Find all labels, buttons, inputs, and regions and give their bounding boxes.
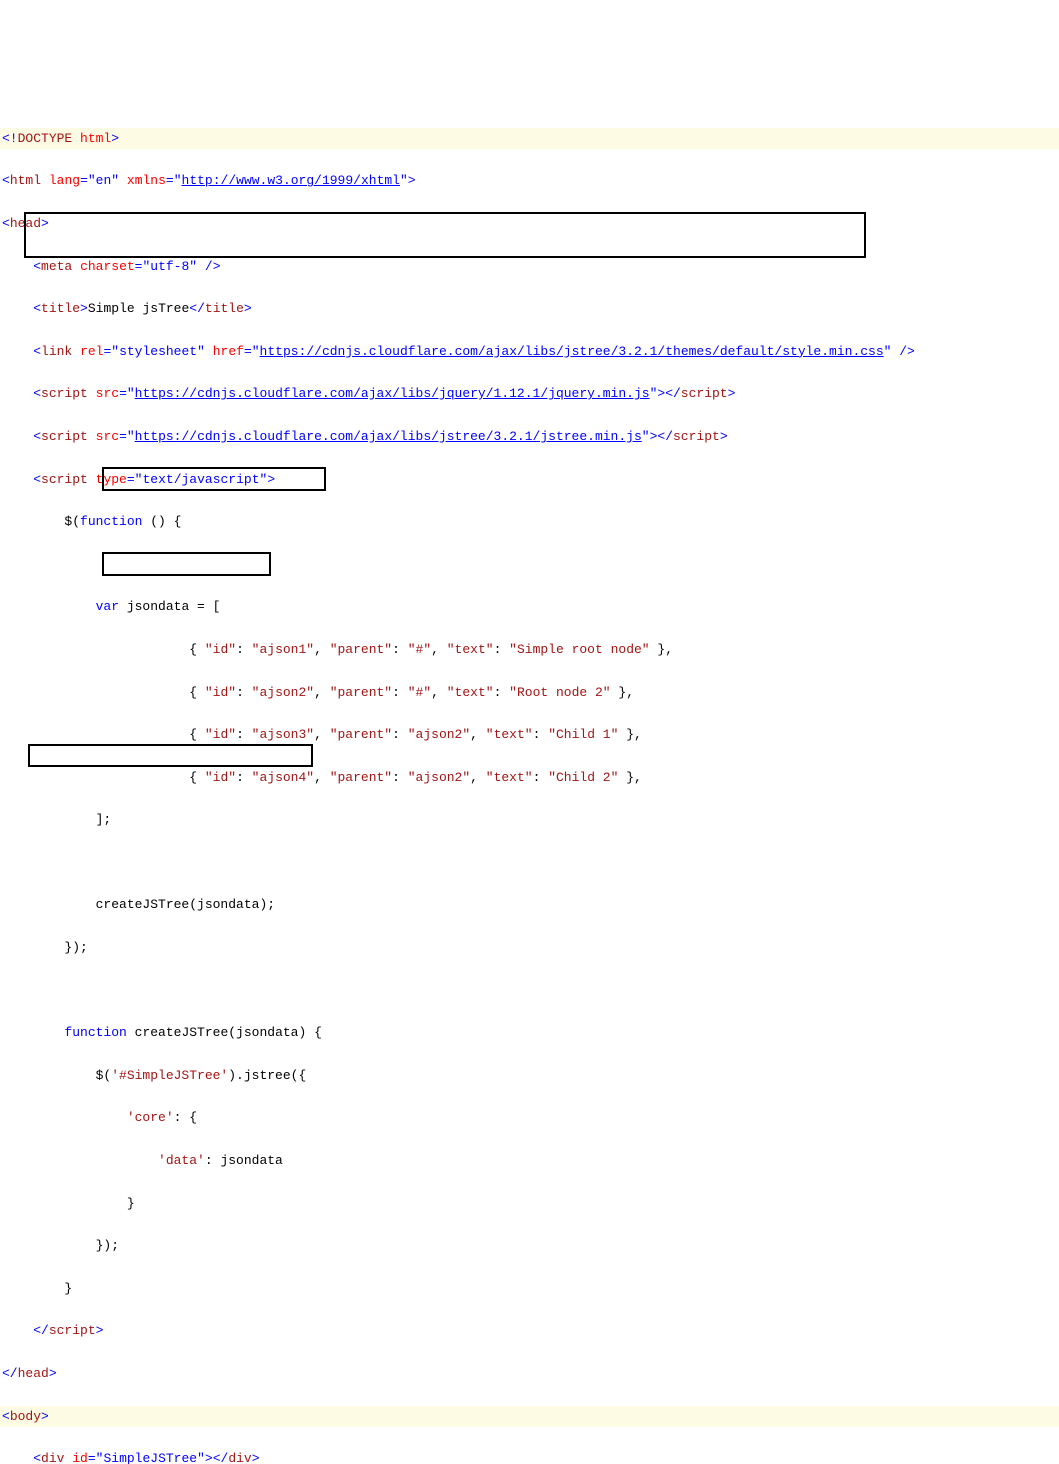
code-line: });: [0, 937, 1059, 958]
code-line: ];: [0, 809, 1059, 830]
jstree-link[interactable]: https://cdnjs.cloudflare.com/ajax/libs/j…: [135, 426, 642, 447]
code-line: <html lang="en" xmlns="http://www.w3.org…: [0, 170, 1059, 191]
code-line: [0, 852, 1059, 873]
code-line: <script type="text/javascript">: [0, 469, 1059, 490]
code-line: <head>: [0, 213, 1059, 234]
code-line: function createJSTree(jsondata) {: [0, 1022, 1059, 1043]
stylesheet-link[interactable]: https://cdnjs.cloudflare.com/ajax/libs/j…: [260, 341, 884, 362]
code-line: }: [0, 1193, 1059, 1214]
code-line: { "id": "ajson2", "parent": "#", "text":…: [0, 682, 1059, 703]
code-line: $(function () {: [0, 511, 1059, 532]
code-line: 'core': {: [0, 1107, 1059, 1128]
code-line: { "id": "ajson1", "parent": "#", "text":…: [0, 639, 1059, 660]
code-line: <link rel="stylesheet" href="https://cdn…: [0, 341, 1059, 362]
code-line: <div id="SimpleJSTree"></div>: [0, 1448, 1059, 1464]
code-line: </script>: [0, 1320, 1059, 1341]
code-line: [0, 980, 1059, 1001]
code-line: 'data': jsondata: [0, 1150, 1059, 1171]
code-line: <title>Simple jsTree</title>: [0, 298, 1059, 319]
code-line: <!DOCTYPE html>: [0, 128, 1059, 149]
jquery-link[interactable]: https://cdnjs.cloudflare.com/ajax/libs/j…: [135, 383, 650, 404]
code-line: <script src="https://cdnjs.cloudflare.co…: [0, 383, 1059, 404]
code-line: <script src="https://cdnjs.cloudflare.co…: [0, 426, 1059, 447]
code-line: { "id": "ajson3", "parent": "ajson2", "t…: [0, 724, 1059, 745]
code-line: { "id": "ajson4", "parent": "ajson2", "t…: [0, 767, 1059, 788]
code-editor: <!DOCTYPE html> <html lang="en" xmlns="h…: [0, 85, 1059, 1464]
code-line: $('#SimpleJSTree').jstree({: [0, 1065, 1059, 1086]
annotation-box-div: [28, 744, 313, 767]
code-line: <meta charset="utf-8" />: [0, 256, 1059, 277]
code-line: });: [0, 1235, 1059, 1256]
xmlns-link[interactable]: http://www.w3.org/1999/xhtml: [182, 170, 400, 191]
code-line: createJSTree(jsondata);: [0, 894, 1059, 915]
code-line: var jsondata = [: [0, 596, 1059, 617]
code-line: </head>: [0, 1363, 1059, 1384]
code-line: <body>: [0, 1406, 1059, 1427]
code-line: }: [0, 1278, 1059, 1299]
code-line: [0, 554, 1059, 575]
